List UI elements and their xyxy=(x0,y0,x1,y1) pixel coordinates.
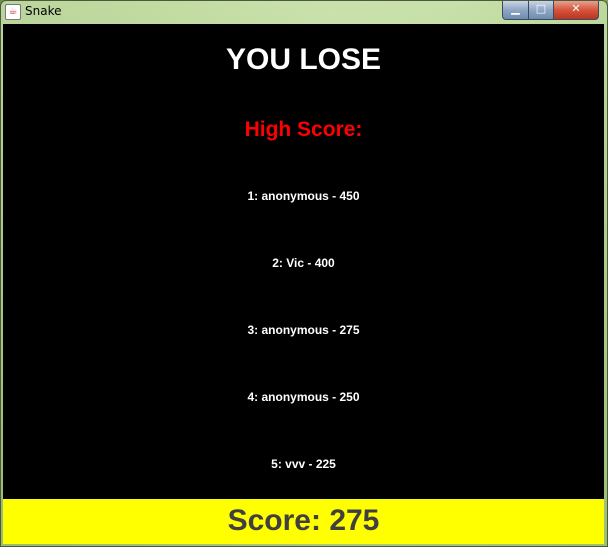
java-app-icon: ☕ xyxy=(5,4,21,20)
minimize-button[interactable]: ▁ xyxy=(502,1,529,20)
title-bar[interactable]: ☕ Snake ▁ □ ✕ xyxy=(1,1,607,23)
current-score: Score: 275 xyxy=(227,504,380,537)
minimize-icon: ▁ xyxy=(511,2,520,15)
close-button[interactable]: ✕ xyxy=(553,1,599,20)
maximize-icon: □ xyxy=(535,2,547,15)
high-score-title: High Score: xyxy=(244,118,363,141)
game-canvas[interactable]: YOU LOSE High Score: 1: anonymous - 450 … xyxy=(3,24,604,499)
high-score-entry-4: 4: anonymous - 250 xyxy=(247,390,360,404)
score-bar: Score: 275 xyxy=(3,499,604,544)
high-score-entry-1: 1: anonymous - 450 xyxy=(247,189,360,203)
window-title: Snake xyxy=(25,4,62,18)
close-icon: ✕ xyxy=(571,2,581,15)
maximize-button[interactable]: □ xyxy=(528,1,554,20)
high-score-entry-2: 2: Vic - 400 xyxy=(272,256,335,270)
high-score-entry-3: 3: anonymous - 275 xyxy=(247,323,360,337)
app-window: ☕ Snake ▁ □ ✕ YOU LOSE High Score: 1: an… xyxy=(0,0,608,547)
high-score-entry-5: 5: vvv - 225 xyxy=(271,457,336,471)
game-over-heading: YOU LOSE xyxy=(225,43,382,76)
